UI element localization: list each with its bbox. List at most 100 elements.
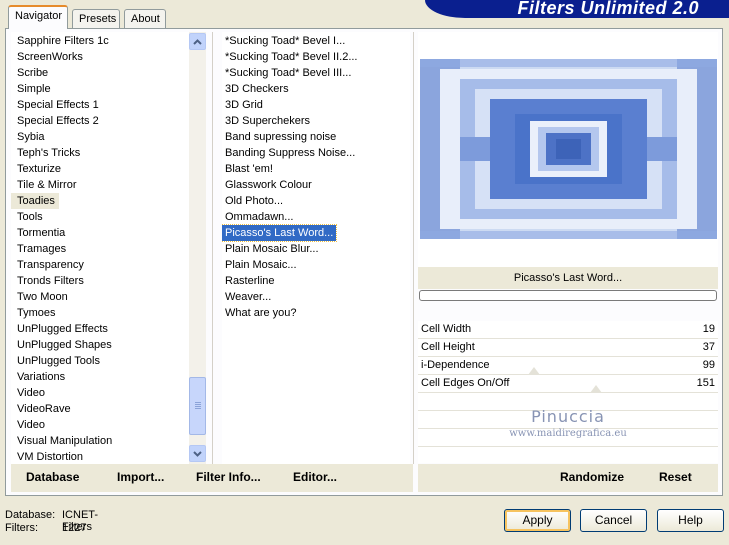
param-row-cell-edges[interactable]: Cell Edges On/Off 151: [418, 375, 718, 393]
category-label: Tormentia: [17, 227, 66, 239]
category-label: Teph's Tricks: [17, 147, 81, 159]
apply-button[interactable]: Apply: [504, 509, 571, 532]
category-label: Special Effects 2: [17, 115, 99, 127]
reset-button[interactable]: Reset: [659, 470, 692, 484]
category-label: Sybia: [17, 131, 45, 143]
tab-presets[interactable]: Presets: [72, 9, 120, 28]
category-item[interactable]: Sapphire Filters 1c: [11, 33, 189, 49]
category-item[interactable]: Video: [11, 417, 189, 433]
filter-item[interactable]: Banding Suppress Noise...: [222, 145, 410, 161]
category-item[interactable]: Teph's Tricks: [11, 145, 189, 161]
filter-item[interactable]: Weaver...: [222, 289, 410, 305]
category-item[interactable]: Tronds Filters: [11, 273, 189, 289]
param-row-cell-height[interactable]: Cell Height 37: [418, 339, 718, 357]
filter-info-button[interactable]: Filter Info...: [196, 470, 261, 484]
category-item[interactable]: Tormentia: [11, 225, 189, 241]
tab-about[interactable]: About: [124, 9, 166, 28]
help-button[interactable]: Help: [657, 509, 724, 532]
category-item[interactable]: Special Effects 2: [11, 113, 189, 129]
filter-item[interactable]: Rasterline: [222, 273, 410, 289]
category-scrollbar[interactable]: [189, 32, 206, 464]
category-item[interactable]: Variations: [11, 369, 189, 385]
category-item[interactable]: Simple: [11, 81, 189, 97]
category-item[interactable]: Visual Manipulation: [11, 433, 189, 449]
category-item[interactable]: Texturize: [11, 161, 189, 177]
filter-item[interactable]: Picasso's Last Word...: [222, 224, 410, 242]
scroll-down-button[interactable]: [189, 445, 206, 462]
category-item[interactable]: Video: [11, 385, 189, 401]
filter-item[interactable]: *Sucking Toad* Bevel I...: [222, 33, 410, 49]
category-label: VM Distortion: [17, 451, 84, 463]
slider-marker-icon: [528, 367, 540, 375]
filter-item[interactable]: *Sucking Toad* Bevel II.2...: [222, 49, 410, 65]
category-item[interactable]: Transparency: [11, 257, 189, 273]
category-item[interactable]: Special Effects 1: [11, 97, 189, 113]
status-database: Database: ICNET-Filters: [5, 509, 98, 533]
filter-label: Plain Mosaic Blur...: [225, 243, 319, 255]
param-row-i-dependence[interactable]: i-Dependence 99: [418, 357, 718, 375]
chevron-down-icon: [193, 450, 202, 457]
status-label: Database:: [5, 509, 56, 521]
filter-label: 3D Grid: [225, 99, 263, 111]
category-label: Visual Manipulation: [17, 435, 113, 447]
preview-image: [420, 59, 717, 239]
filter-label: Glasswork Colour: [225, 179, 312, 191]
preview-pattern-icon: [420, 59, 717, 239]
category-label: Toadies: [11, 193, 59, 209]
cancel-button[interactable]: Cancel: [580, 509, 647, 532]
param-value: 19: [702, 323, 715, 335]
filter-label: *Sucking Toad* Bevel II.2...: [225, 51, 358, 63]
filter-item[interactable]: Plain Mosaic Blur...: [222, 241, 410, 257]
filter-list[interactable]: *Sucking Toad* Bevel I... *Sucking Toad* …: [222, 32, 410, 464]
filter-label: Ommadawn...: [225, 211, 294, 223]
filter-item[interactable]: Glasswork Colour: [222, 177, 410, 193]
editor-button[interactable]: Editor...: [293, 470, 337, 484]
category-item[interactable]: Toadies: [11, 193, 189, 209]
param-label: Cell Width: [421, 323, 472, 335]
category-label: Video: [17, 387, 45, 399]
filter-item[interactable]: Ommadawn...: [222, 209, 410, 225]
category-list[interactable]: Sapphire Filters 1c ScreenWorks Scribe Simp…: [11, 32, 189, 464]
category-item[interactable]: Tymoes: [11, 305, 189, 321]
database-button[interactable]: Database: [26, 470, 79, 484]
filter-label: Blast 'em!: [225, 163, 273, 175]
filter-item[interactable]: 3D Superchekers: [222, 113, 410, 129]
status-value: 1227: [62, 522, 87, 534]
filter-label: Plain Mosaic...: [225, 259, 297, 271]
filter-label: 3D Superchekers: [225, 115, 310, 127]
import-button[interactable]: Import...: [117, 470, 164, 484]
category-item[interactable]: Tile & Mirror: [11, 177, 189, 193]
filter-label: Old Photo...: [225, 195, 284, 207]
category-item[interactable]: UnPlugged Effects: [11, 321, 189, 337]
category-item[interactable]: UnPlugged Shapes: [11, 337, 189, 353]
banner-title: Filters Unlimited 2.0: [517, 0, 699, 18]
category-item[interactable]: Scribe: [11, 65, 189, 81]
filter-item[interactable]: Old Photo...: [222, 193, 410, 209]
category-item[interactable]: VideoRave: [11, 401, 189, 417]
filter-item[interactable]: Blast 'em!: [222, 161, 410, 177]
scroll-thumb[interactable]: [189, 377, 206, 435]
scroll-up-button[interactable]: [189, 33, 206, 50]
filter-item[interactable]: 3D Checkers: [222, 81, 410, 97]
filter-item[interactable]: 3D Grid: [222, 97, 410, 113]
category-item[interactable]: Tramages: [11, 241, 189, 257]
category-item[interactable]: UnPlugged Tools: [11, 353, 189, 369]
category-label: Tronds Filters: [17, 275, 84, 287]
category-item[interactable]: Sybia: [11, 129, 189, 145]
category-label: UnPlugged Tools: [17, 355, 100, 367]
filter-item[interactable]: *Sucking Toad* Bevel III...: [222, 65, 410, 81]
category-label: Two Moon: [17, 291, 68, 303]
filter-item[interactable]: What are you?: [222, 305, 410, 321]
empty-param-rows: Pinuccia www.maidiregrafica.eu: [418, 393, 718, 463]
category-item[interactable]: VM Distortion: [11, 449, 189, 464]
filter-item[interactable]: Band supressing noise: [222, 129, 410, 145]
category-item[interactable]: Tools: [11, 209, 189, 225]
filter-label: Picasso's Last Word...: [222, 224, 338, 242]
category-item[interactable]: ScreenWorks: [11, 49, 189, 65]
filter-item[interactable]: Plain Mosaic...: [222, 257, 410, 273]
param-row-cell-width[interactable]: Cell Width 19: [418, 321, 718, 339]
category-label: Sapphire Filters 1c: [17, 35, 109, 47]
tab-navigator[interactable]: Navigator: [8, 5, 68, 29]
category-item[interactable]: Two Moon: [11, 289, 189, 305]
randomize-button[interactable]: Randomize: [560, 470, 624, 484]
